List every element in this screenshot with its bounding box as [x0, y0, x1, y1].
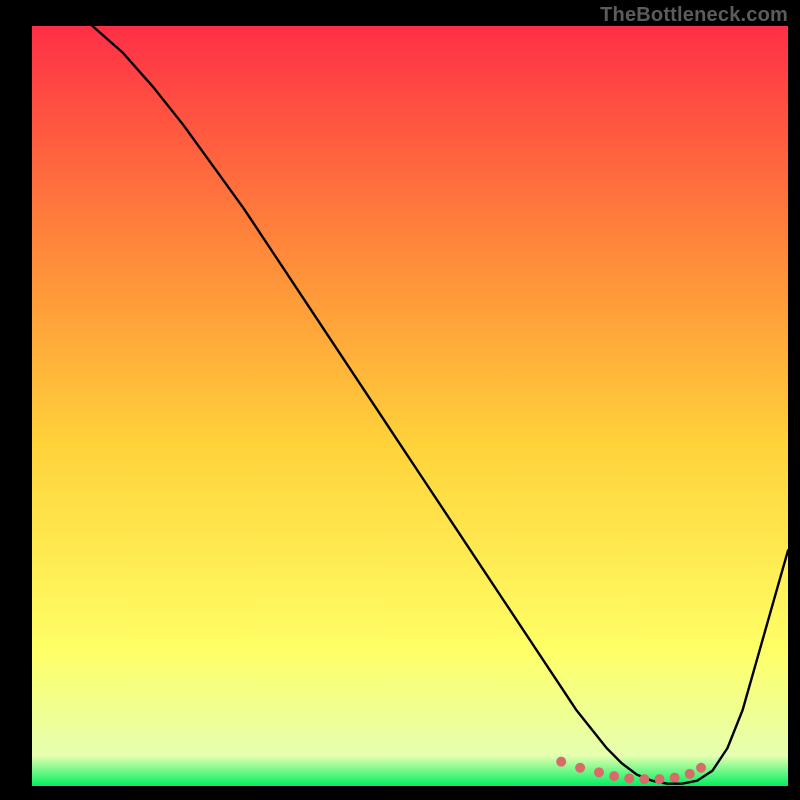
chart-container: TheBottleneck.com — [0, 0, 800, 800]
optimal-marker — [685, 769, 695, 779]
optimal-marker — [556, 757, 566, 767]
optimal-marker — [654, 774, 664, 784]
optimal-marker — [575, 763, 585, 773]
optimal-marker — [696, 763, 706, 773]
optimal-marker — [639, 774, 649, 784]
chart-plot-svg — [0, 0, 800, 800]
optimal-marker — [670, 773, 680, 783]
chart-gradient-bg — [32, 26, 788, 786]
optimal-marker — [609, 771, 619, 781]
watermark-text: TheBottleneck.com — [600, 4, 788, 27]
optimal-marker — [594, 767, 604, 777]
optimal-marker — [624, 773, 634, 783]
